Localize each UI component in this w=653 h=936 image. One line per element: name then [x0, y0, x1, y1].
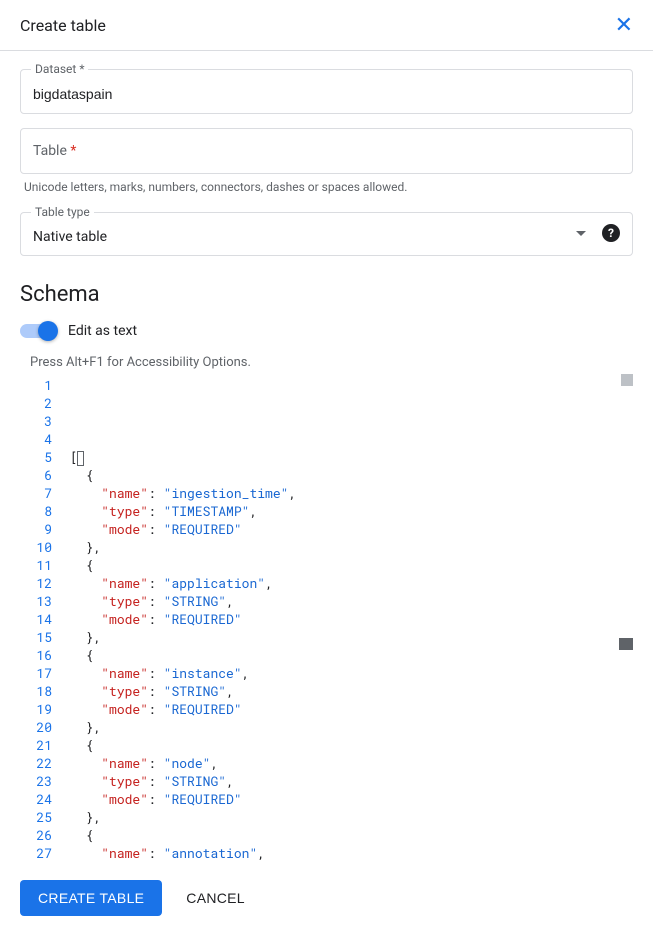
- dataset-field[interactable]: Dataset *: [20, 69, 633, 114]
- schema-heading: Schema: [20, 282, 633, 307]
- table-field[interactable]: Table *: [20, 128, 633, 174]
- edit-as-text-row: Edit as text: [20, 323, 633, 339]
- code-line: {: [70, 736, 633, 754]
- code-line: "name": "instance",: [70, 664, 633, 682]
- code-line: "name": "ingestion_time",: [70, 484, 633, 502]
- dataset-input[interactable]: [33, 78, 620, 102]
- table-helper-text: Unicode letters, marks, numbers, connect…: [24, 180, 633, 194]
- code-line: "name": "annotation",: [70, 844, 633, 862]
- code-line: },: [70, 808, 633, 826]
- code-line: "mode": "REQUIRED": [70, 610, 633, 628]
- scrollbar-marker: [619, 638, 633, 650]
- code-line: "type": "STRING",: [70, 772, 633, 790]
- table-type-value: Native table: [33, 221, 576, 245]
- close-icon[interactable]: ✕: [615, 14, 633, 36]
- code-line: },: [70, 718, 633, 736]
- code-line: {: [70, 466, 633, 484]
- table-type-label: Table type: [31, 205, 94, 219]
- code-line: "type": "TIMESTAMP",: [70, 502, 633, 520]
- code-line: "name": "application",: [70, 574, 633, 592]
- cancel-button[interactable]: CANCEL: [186, 890, 245, 906]
- table-type-select[interactable]: Table type Native table ?: [20, 212, 633, 256]
- edit-as-text-toggle[interactable]: [20, 324, 56, 338]
- scrollbar-thumb[interactable]: [621, 374, 633, 386]
- help-icon[interactable]: ?: [602, 224, 620, 242]
- code-line: "type": "STRING",: [70, 592, 633, 610]
- editor-gutter: 1234567891011121314151617181920212223242…: [20, 374, 70, 864]
- editor-code[interactable]: [ { "name": "ingestion_time", "type": "T…: [70, 374, 633, 864]
- chevron-down-icon: [576, 231, 586, 236]
- code-line: "mode": "REQUIRED": [70, 700, 633, 718]
- code-line: },: [70, 628, 633, 646]
- dialog-header: Create table ✕: [0, 0, 653, 51]
- table-label: Table *: [33, 143, 76, 159]
- code-line: {: [70, 556, 633, 574]
- edit-as-text-label: Edit as text: [68, 323, 137, 339]
- code-line: {: [70, 826, 633, 844]
- code-line: "mode": "REQUIRED": [70, 520, 633, 538]
- dialog-title: Create table: [20, 16, 106, 35]
- code-line: "type": "STRING",: [70, 682, 633, 700]
- dialog-footer: CREATE TABLE CANCEL: [0, 864, 653, 936]
- code-line: [: [70, 448, 633, 466]
- code-line: "type": "JSON",: [70, 862, 633, 864]
- code-line: {: [70, 646, 633, 664]
- code-line: "mode": "REQUIRED": [70, 790, 633, 808]
- dialog-content: Dataset * Table * Unicode letters, marks…: [0, 51, 653, 864]
- code-line: },: [70, 538, 633, 556]
- create-table-button[interactable]: CREATE TABLE: [20, 880, 162, 916]
- schema-editor[interactable]: 1234567891011121314151617181920212223242…: [20, 374, 633, 864]
- accessibility-hint: Press Alt+F1 for Accessibility Options.: [30, 355, 633, 370]
- code-line: "name": "node",: [70, 754, 633, 772]
- dataset-label: Dataset *: [31, 62, 88, 76]
- toggle-knob: [38, 321, 58, 341]
